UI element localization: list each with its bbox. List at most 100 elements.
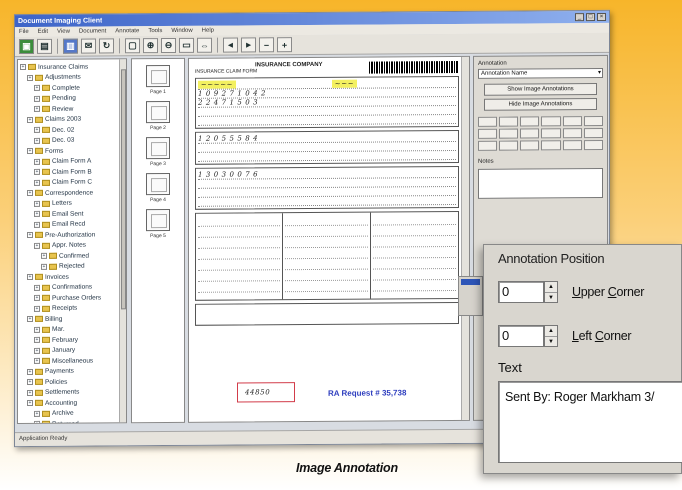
- expand-icon[interactable]: +: [34, 169, 40, 176]
- tree-item[interactable]: + Claim Form C: [20, 177, 124, 188]
- expand-icon[interactable]: +: [34, 158, 40, 165]
- tool-button[interactable]: [583, 127, 603, 139]
- tree-item[interactable]: + Purchase Orders: [20, 292, 124, 303]
- expand-icon[interactable]: +: [41, 263, 47, 270]
- hide-annotations-button[interactable]: Hide Image Annotations: [484, 98, 597, 111]
- fit-width-icon[interactable]: ⇔: [197, 37, 212, 53]
- thumbnail-item[interactable]: Page 4: [132, 172, 184, 203]
- tree-item[interactable]: + Adjustments: [20, 72, 124, 83]
- expand-icon[interactable]: +: [34, 421, 40, 425]
- maximize-button[interactable]: □: [586, 13, 595, 22]
- zoom-out-icon[interactable]: ⊖: [161, 37, 176, 54]
- tree-item[interactable]: + Dec. 03: [20, 135, 124, 146]
- spin-up-icon[interactable]: ▲: [545, 282, 557, 293]
- tree-item[interactable]: + Dec. 02: [20, 124, 124, 135]
- tree-item[interactable]: + Appr. Notes: [20, 240, 124, 251]
- expand-icon[interactable]: +: [34, 179, 40, 186]
- tree-item[interactable]: + Review: [20, 103, 124, 114]
- tree-item[interactable]: + Insurance Claims: [20, 61, 124, 72]
- expand-icon[interactable]: +: [27, 400, 33, 407]
- mail-icon[interactable]: ✉: [81, 38, 96, 54]
- tree-item[interactable]: + Correspondence: [20, 187, 124, 198]
- expand-icon[interactable]: +: [27, 232, 33, 239]
- expand-icon[interactable]: +: [34, 358, 40, 365]
- tree-item[interactable]: + Confirmations: [20, 282, 124, 293]
- page-thumbnail[interactable]: [146, 136, 170, 160]
- tool-button[interactable]: [562, 116, 582, 127]
- tree-item[interactable]: + Returned: [20, 418, 124, 425]
- menu-view[interactable]: View: [57, 29, 70, 35]
- menu-document[interactable]: Document: [79, 28, 106, 34]
- expand-icon[interactable]: +: [27, 116, 33, 123]
- open-icon[interactable]: ▤: [37, 38, 52, 54]
- tree-item[interactable]: + Forms: [20, 145, 124, 156]
- tree-item[interactable]: + Miscellaneous: [20, 355, 124, 366]
- expand-icon[interactable]: +: [34, 221, 40, 228]
- tree-item[interactable]: + Email Recd: [20, 219, 124, 230]
- expand-icon[interactable]: +: [34, 127, 40, 134]
- zoom-in-icon[interactable]: ⊕: [143, 38, 158, 54]
- expand-icon[interactable]: +: [27, 148, 33, 155]
- expand-icon[interactable]: +: [34, 337, 40, 344]
- expand-icon[interactable]: +: [34, 85, 40, 92]
- tool-button[interactable]: [541, 140, 561, 151]
- menu-tools[interactable]: Tools: [148, 28, 162, 34]
- tree-item[interactable]: + Pre-Authorization: [20, 229, 124, 240]
- tree-item[interactable]: + Mar.: [20, 324, 124, 335]
- tool-button[interactable]: [478, 140, 498, 151]
- tree-item[interactable]: + Claims 2003: [20, 114, 124, 125]
- tool-button[interactable]: [520, 140, 540, 151]
- spin-up-icon[interactable]: ▲: [545, 326, 557, 337]
- expand-icon[interactable]: +: [27, 368, 33, 375]
- expand-icon[interactable]: +: [34, 347, 40, 354]
- tree-item[interactable]: + Archive: [20, 408, 124, 419]
- expand-icon[interactable]: +: [20, 64, 26, 71]
- tree-item[interactable]: + January: [20, 345, 124, 356]
- tree-scrollbar[interactable]: [119, 59, 126, 423]
- thumbnail-item[interactable]: Page 3: [132, 136, 184, 167]
- page-thumbnail[interactable]: [146, 64, 170, 88]
- annotation-select[interactable]: Annotation Name: [478, 67, 603, 79]
- tool-button[interactable]: [499, 128, 519, 139]
- folder-tree[interactable]: + Insurance Claims + Adjustments + Complete + P…: [17, 58, 127, 425]
- expand-icon[interactable]: +: [34, 284, 40, 291]
- tree-item[interactable]: + Settlements: [20, 387, 124, 398]
- tree-item[interactable]: + Receipts: [20, 303, 124, 314]
- page-thumbnail[interactable]: [146, 208, 170, 232]
- expand-icon[interactable]: +: [34, 211, 40, 218]
- tree-item[interactable]: + Accounting: [20, 397, 124, 408]
- viewer-scrollbar[interactable]: [461, 56, 469, 420]
- thumbnail-item[interactable]: Page 5: [132, 208, 184, 239]
- tree-item[interactable]: + Claim Form A: [20, 156, 124, 167]
- tool-button[interactable]: [562, 128, 582, 139]
- upper-corner-input[interactable]: 0: [498, 281, 544, 303]
- tool-button[interactable]: [583, 115, 603, 127]
- tree-item[interactable]: + Confirmed: [20, 250, 124, 261]
- expand-icon[interactable]: +: [34, 200, 40, 207]
- tree-scroll-thumb[interactable]: [121, 69, 126, 310]
- expand-icon[interactable]: +: [27, 190, 33, 197]
- tree-item[interactable]: + Pending: [20, 93, 124, 104]
- signature-annotation-box[interactable]: 44850: [237, 382, 295, 403]
- notes-textbox[interactable]: [478, 167, 603, 199]
- expand-icon[interactable]: +: [27, 389, 33, 396]
- expand-icon[interactable]: +: [34, 410, 40, 417]
- page-thumbnail[interactable]: [146, 172, 170, 196]
- document-viewer[interactable]: INSURANCE COMPANY INSURANCE CLAIM FORM ~…: [188, 55, 470, 423]
- menu-annotate[interactable]: Annotate: [115, 28, 139, 34]
- print-icon[interactable]: ▥: [63, 38, 78, 54]
- minimize-button[interactable]: _: [575, 13, 584, 22]
- minus-button[interactable]: −: [259, 37, 274, 53]
- tool-button[interactable]: [583, 139, 603, 151]
- highlight-annotation[interactable]: ~~~: [331, 79, 358, 88]
- tree-item[interactable]: + Billing: [20, 313, 124, 324]
- menu-file[interactable]: File: [19, 29, 29, 35]
- next-page-icon[interactable]: ▸: [241, 37, 256, 53]
- tool-button[interactable]: [541, 116, 561, 127]
- tree-item[interactable]: + Policies: [20, 376, 124, 387]
- tool-button[interactable]: [541, 128, 561, 139]
- expand-icon[interactable]: +: [27, 379, 33, 386]
- thumbnail-item[interactable]: Page 1: [132, 64, 184, 95]
- menu-edit[interactable]: Edit: [38, 29, 48, 35]
- thumbnail-item[interactable]: Page 2: [132, 100, 184, 131]
